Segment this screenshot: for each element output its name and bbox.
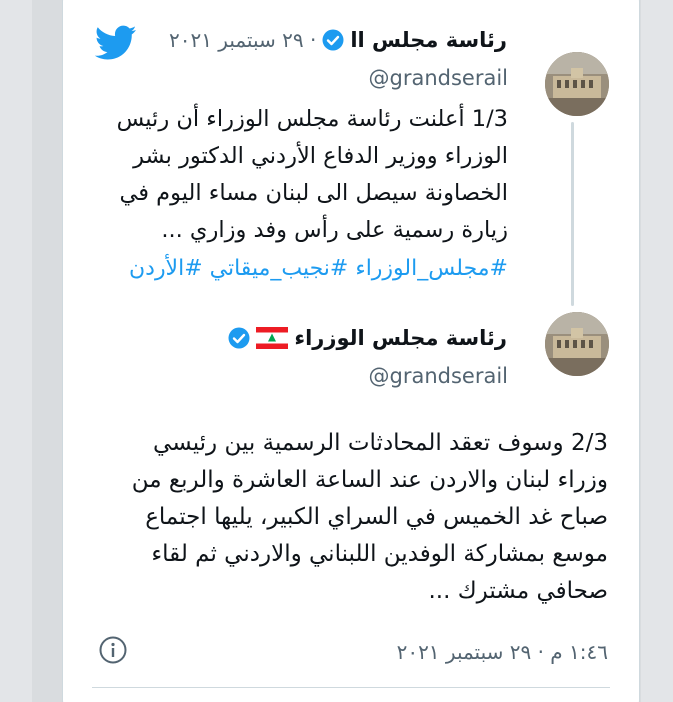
info-icon[interactable]: [98, 635, 128, 665]
verified-badge-icon: [228, 327, 250, 349]
author-avatar[interactable]: [545, 312, 609, 376]
author-avatar[interactable]: [545, 52, 609, 116]
tweet1-hashtags[interactable]: #مجلس_الوزراء #نجيب_ميقاتي #الأردن: [129, 256, 508, 281]
author-name[interactable]: رئاسة مجلس الوزراء: [294, 326, 507, 350]
right-background: [641, 0, 673, 702]
author-handle[interactable]: @grandserail: [368, 66, 508, 90]
thread-connector: [571, 122, 574, 306]
verified-badge-icon: [322, 29, 344, 51]
author-name[interactable]: رئاسة مجلس اا: [350, 28, 507, 52]
tweet2-header: رئاسة مجلس الوزراء: [228, 326, 507, 350]
tweet-timestamp[interactable]: ١:٤٦ م · ٢٩ سبتمبر ٢٠٢١: [397, 640, 608, 664]
tweet-date[interactable]: · ٢٩ سبتمبر ٢٠٢١: [169, 28, 316, 52]
divider: [92, 687, 610, 688]
tweet1-text: 1/3 أعلنت رئاسة مجلس الوزراء أن رئيس الو…: [116, 106, 508, 243]
lebanon-flag-icon: [256, 327, 289, 349]
left-background: [0, 0, 32, 702]
tweet2-text: 2/3 وسوف تعقد المحادثات الرسمية بين رئيس…: [131, 430, 608, 604]
author-handle[interactable]: @grandserail: [368, 364, 508, 388]
twitter-bird-icon[interactable]: [95, 25, 137, 61]
tweet1-header: رئاسة مجلس اا · ٢٩ سبتمبر ٢٠٢١: [169, 28, 507, 52]
